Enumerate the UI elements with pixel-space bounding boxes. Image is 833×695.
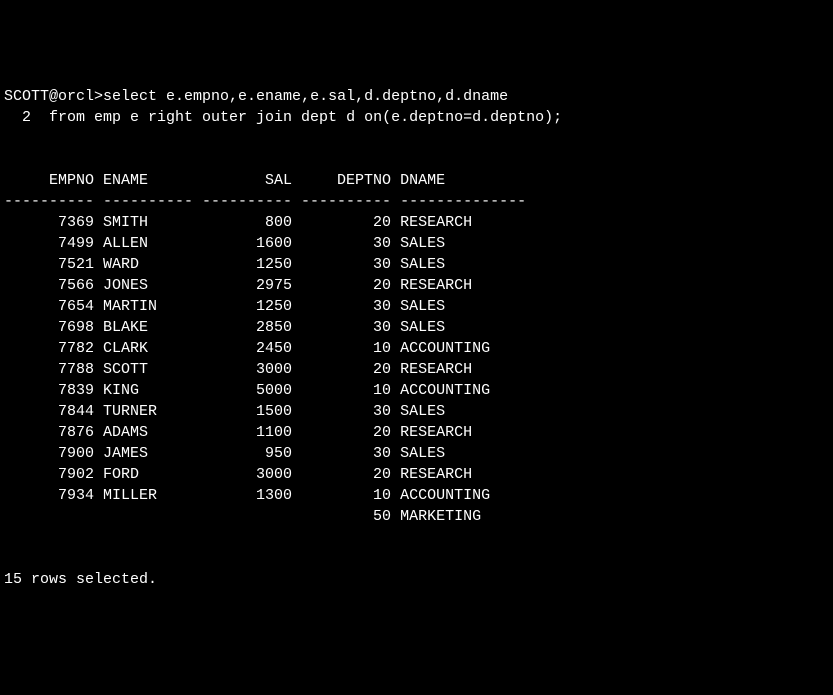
table-row: 7844 TURNER 1500 30 SALES	[4, 401, 829, 422]
table-row: 7521 WARD 1250 30 SALES	[4, 254, 829, 275]
table-row: 7566 JONES 2975 20 RESEARCH	[4, 275, 829, 296]
table-row: 50 MARKETING	[4, 506, 829, 527]
table-row: 7654 MARTIN 1250 30 SALES	[4, 296, 829, 317]
column-headers: EMPNO ENAME SAL DEPTNO DNAME	[4, 170, 829, 191]
sql-statement-1: select e.empno,e.ename,e.sal,d.deptno,d.…	[103, 88, 508, 105]
sql-prompt-line-2: 2 from emp e right outer join dept d on(…	[4, 107, 829, 128]
result-rows: 7369 SMITH 800 20 RESEARCH 7499 ALLEN 16…	[4, 212, 829, 527]
table-row: 7788 SCOTT 3000 20 RESEARCH	[4, 359, 829, 380]
table-row: 7900 JAMES 950 30 SALES	[4, 443, 829, 464]
column-separators: ---------- ---------- ---------- -------…	[4, 191, 829, 212]
sql-statement-2: from emp e right outer join dept d on(e.…	[49, 109, 562, 126]
prompt-prefix: SCOTT@orcl>	[4, 88, 103, 105]
rows-selected-footer: 15 rows selected.	[4, 569, 829, 590]
table-row: 7934 MILLER 1300 10 ACCOUNTING	[4, 485, 829, 506]
query-output: EMPNO ENAME SAL DEPTNO DNAME ---------- …	[4, 170, 829, 527]
line-number-prefix: 2	[4, 109, 49, 126]
table-row: 7698 BLAKE 2850 30 SALES	[4, 317, 829, 338]
table-row: 7902 FORD 3000 20 RESEARCH	[4, 464, 829, 485]
table-row: 7839 KING 5000 10 ACCOUNTING	[4, 380, 829, 401]
table-row: 7876 ADAMS 1100 20 RESEARCH	[4, 422, 829, 443]
table-row: 7369 SMITH 800 20 RESEARCH	[4, 212, 829, 233]
table-row: 7499 ALLEN 1600 30 SALES	[4, 233, 829, 254]
table-row: 7782 CLARK 2450 10 ACCOUNTING	[4, 338, 829, 359]
sql-prompt-line-1: SCOTT@orcl>select e.empno,e.ename,e.sal,…	[4, 86, 829, 107]
